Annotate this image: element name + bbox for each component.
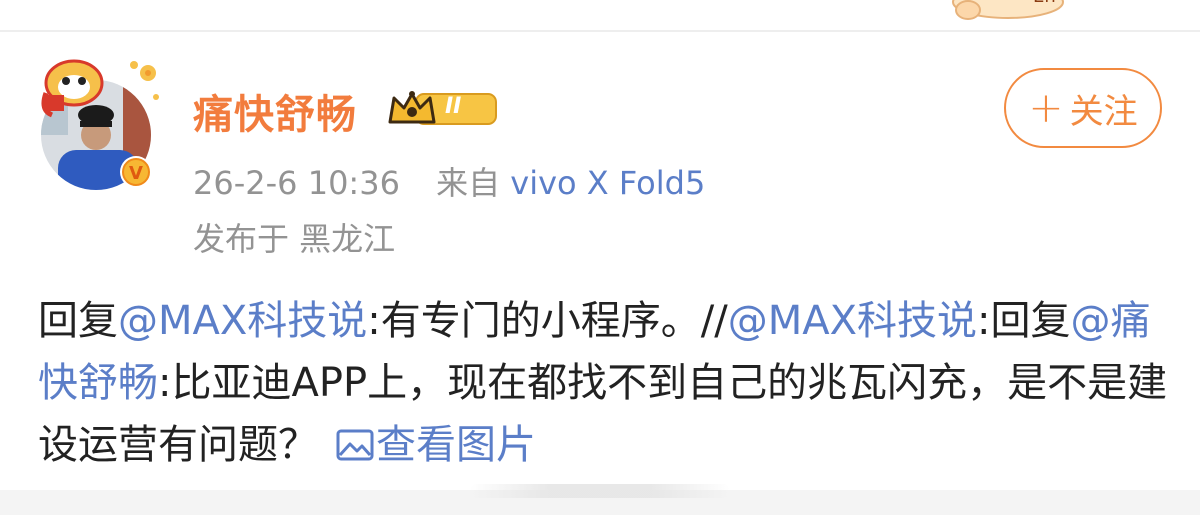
top-divider [0, 30, 1200, 32]
watermark-strip [470, 484, 730, 498]
view-image-link[interactable]: 查看图片 [336, 422, 536, 468]
mention-link[interactable]: @MAX科技说 [728, 298, 977, 344]
reply-text: 回复 [38, 298, 118, 344]
follow-label: 关注 [1069, 91, 1138, 132]
view-image-label: 查看图片 [376, 422, 536, 468]
post-meta: 26-2-6 10:36 来自 vivo X Fold5 [193, 158, 705, 204]
verified-badge-icon: V [120, 156, 152, 188]
crown-level-badge-icon [388, 91, 497, 125]
body-text: :有专门的小程序。// [367, 298, 728, 344]
post-time: 26-2-6 10:36 [193, 164, 400, 202]
svg-text:Eh: Eh [1033, 0, 1056, 7]
mascot-sticker-icon: Eh [952, 0, 1064, 20]
body-text: :回复 [977, 298, 1071, 344]
post-location: 发布于 黑龙江 [193, 220, 396, 258]
author-name[interactable]: 痛快舒畅 [193, 82, 357, 140]
source-prefix: 来自 [436, 164, 501, 202]
device-link[interactable]: vivo X Fold5 [510, 164, 705, 202]
level-number: II [445, 94, 462, 119]
image-icon [336, 429, 374, 461]
post-body: 回复@MAX科技说:有专门的小程序。//@MAX科技说:回复@痛快舒畅:比亚迪A… [38, 290, 1178, 476]
flower-decoration-icon [130, 61, 159, 100]
follow-button[interactable]: + 关注 [1004, 68, 1162, 148]
user-avatar[interactable]: V [38, 55, 163, 190]
body-text: :比亚迪APP上，现在都找不到自己的兆瓦闪充，是不是建设运营有问题？ [38, 360, 1168, 468]
plus-icon: + [1028, 83, 1064, 132]
svg-text:V: V [129, 163, 143, 184]
mention-link[interactable]: @MAX科技说 [118, 298, 367, 344]
